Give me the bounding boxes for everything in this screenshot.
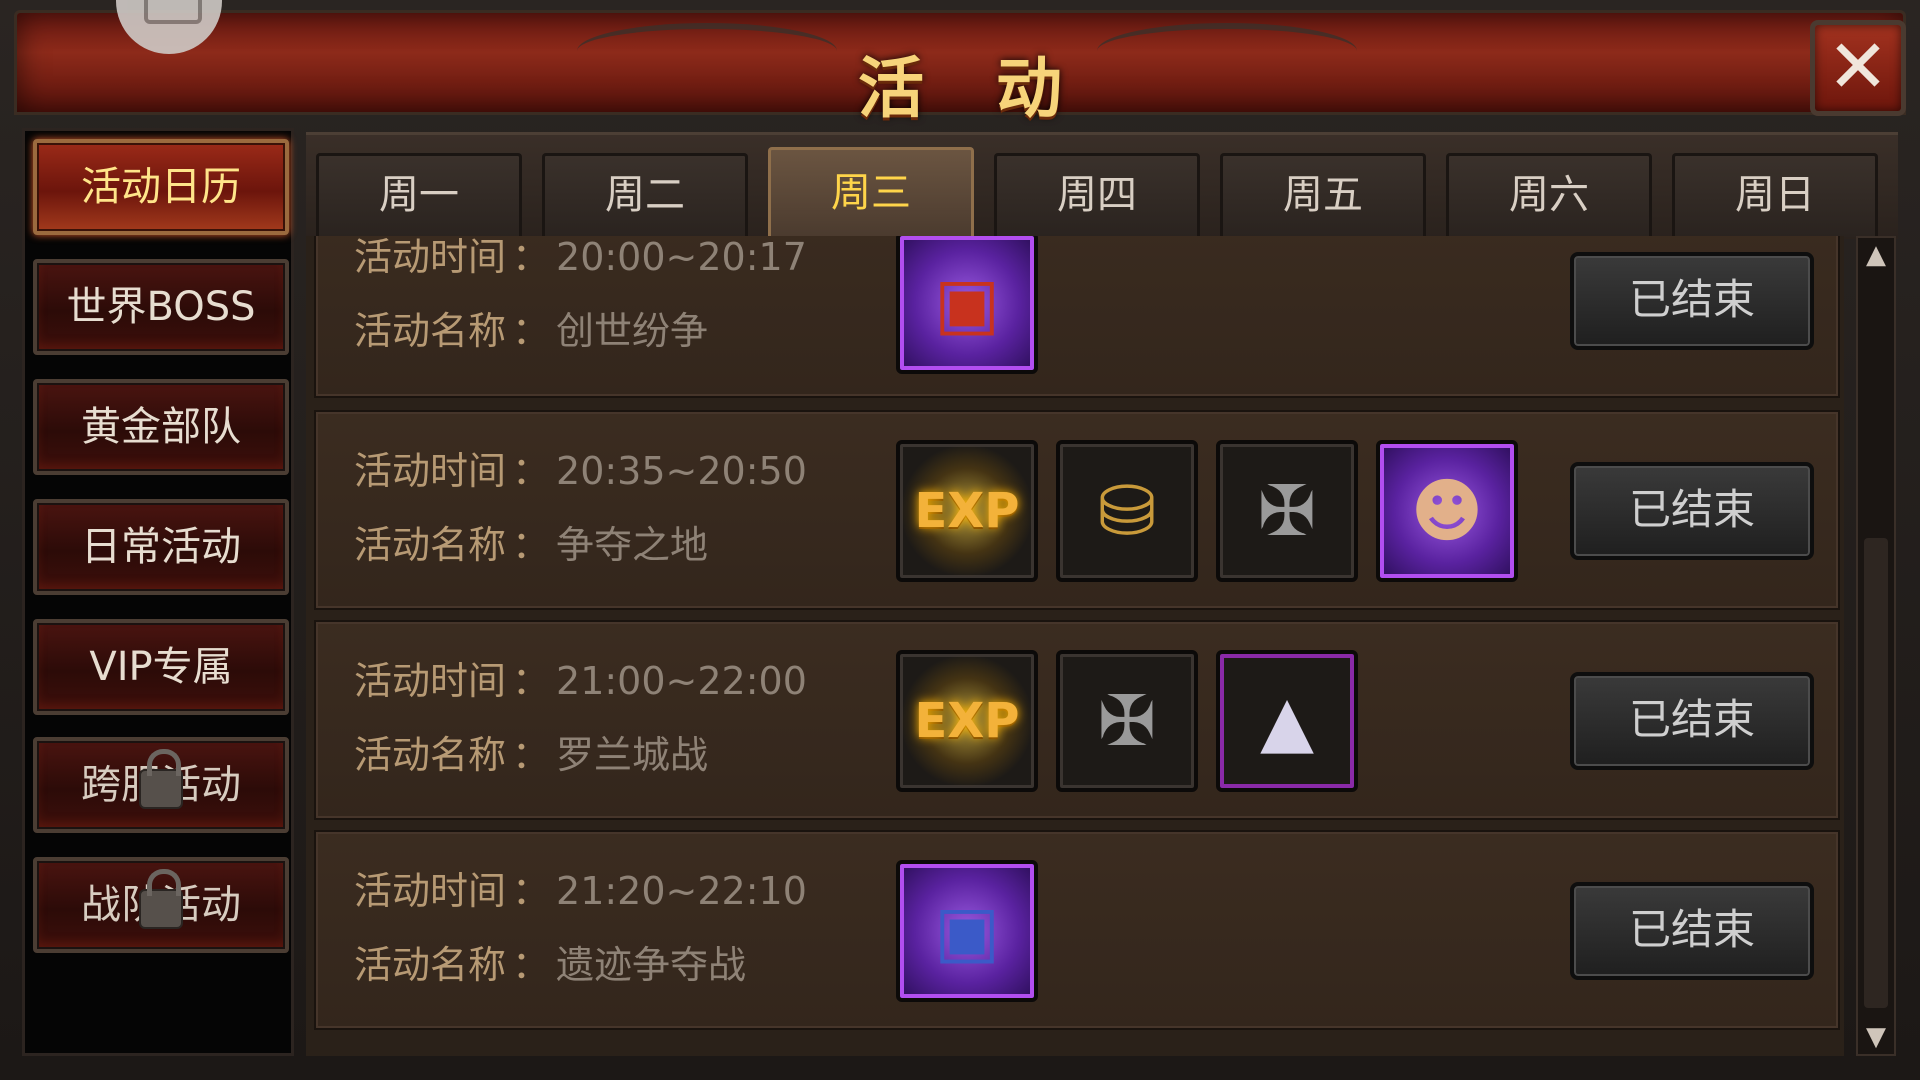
activity-name: 活动名称：争夺之地 [354, 514, 708, 569]
tab-friday[interactable]: 周五 [1220, 153, 1426, 237]
time-value: 21:00~22:00 [556, 659, 807, 703]
tab-thursday[interactable]: 周四 [994, 153, 1200, 237]
time-value: 20:35~20:50 [556, 449, 807, 493]
sidebar-item-label: 活动日历 [81, 164, 241, 210]
scroll-up-arrow-icon[interactable]: ▲ [1862, 242, 1890, 268]
sidebar-item-team-activities[interactable]: 战队活动 [33, 857, 289, 953]
activity-window: 活动 ✕ 活动日历 世界BOSS 黄金部队 日常活动 VIP专属 跨服活动 战队… [0, 0, 1920, 1080]
tab-label: 周一 [379, 172, 459, 218]
ended-button[interactable]: 已结束 [1570, 672, 1814, 770]
sidebar-item-activity-calendar[interactable]: 活动日历 [33, 139, 289, 235]
reward-slot[interactable]: EXP [896, 440, 1038, 582]
reward-slot[interactable]: ✠ [1216, 440, 1358, 582]
activity-time: 活动时间： 20:35~20:50 [354, 440, 807, 495]
colon: ： [512, 236, 551, 279]
activity-name: 活动名称：创世纷争 [354, 300, 708, 355]
time-label: 活动时间 [354, 869, 507, 913]
colon: ： [512, 523, 551, 567]
exp-icon: EXP [900, 444, 1034, 578]
ended-button[interactable]: 已结束 [1570, 252, 1814, 350]
reward-slot[interactable]: ▣ [896, 236, 1038, 374]
gold-coins-icon: ⛁ [1097, 470, 1157, 552]
name-label: 活动名称 [354, 309, 507, 353]
list-item: 活动时间： 21:00~22:00 活动名称：罗兰城战 EXP ✠ ▲ 已结束 [314, 620, 1840, 820]
activity-time: 活动时间： 21:00~22:00 [354, 650, 807, 705]
tab-tuesday[interactable]: 周二 [542, 153, 748, 237]
time-label: 活动时间 [354, 659, 507, 703]
silver-powder-icon: ▲ [1260, 680, 1314, 762]
reward-slot[interactable]: ▣ [896, 860, 1038, 1002]
name-value: 创世纷争 [556, 309, 709, 353]
close-button[interactable]: ✕ [1810, 20, 1906, 116]
activity-time: 活动时间： 20:00~20:17 [354, 236, 807, 281]
name-label: 活动名称 [354, 733, 507, 777]
tab-saturday[interactable]: 周六 [1446, 153, 1652, 237]
sidebar-item-label: 世界BOSS [66, 284, 256, 330]
tab-label: 周日 [1735, 172, 1815, 218]
scroll-thumb[interactable] [1864, 538, 1888, 1008]
tab-monday[interactable]: 周一 [316, 153, 522, 237]
activity-name: 活动名称：遗迹争夺战 [354, 934, 746, 989]
name-label: 活动名称 [354, 523, 507, 567]
sidebar-item-world-boss[interactable]: 世界BOSS [33, 259, 289, 355]
colon: ： [512, 309, 551, 353]
name-value: 争夺之地 [556, 523, 709, 567]
window-title: 活动 [858, 50, 1134, 127]
name-value: 罗兰城战 [556, 733, 709, 777]
day-tabs: 周一 周二 周三 周四 周五 周六 周日 [306, 132, 1898, 239]
ended-button[interactable]: 已结束 [1570, 462, 1814, 560]
sidebar-item-daily-activities[interactable]: 日常活动 [33, 499, 289, 595]
scrollbar[interactable]: ▲ ▼ [1856, 236, 1896, 1056]
sidebar-item-label: 黄金部队 [81, 404, 241, 450]
title-bar: 活动 [14, 10, 1906, 127]
activity-name: 活动名称：罗兰城战 [354, 724, 708, 779]
close-x-icon: ✕ [1826, 24, 1889, 110]
time-value: 20:00~20:17 [556, 236, 807, 279]
sidebar-item-label: 日常活动 [81, 524, 241, 570]
sidebar-item-golden-troop[interactable]: 黄金部队 [33, 379, 289, 475]
list-item: 活动时间： 20:00~20:17 活动名称：创世纷争 ▣ 已结束 [314, 236, 1840, 398]
reward-slot[interactable]: ⛁ [1056, 440, 1198, 582]
time-value: 21:20~22:10 [556, 869, 807, 913]
colon: ： [512, 943, 551, 987]
sidebar: 活动日历 世界BOSS 黄金部队 日常活动 VIP专属 跨服活动 战队活动 [22, 128, 294, 1056]
tab-label: 周三 [831, 170, 911, 216]
list-item: 活动时间： 20:35~20:50 活动名称：争夺之地 EXP ⛁ ✠ ☻ 已结束 [314, 410, 1840, 610]
scroll-down-arrow-icon[interactable]: ▼ [1862, 1024, 1890, 1050]
lock-icon [139, 869, 183, 929]
colon: ： [512, 659, 551, 703]
red-treasure-chest-icon: ▣ [933, 262, 1001, 344]
colon: ： [512, 869, 551, 913]
sidebar-item-label: VIP专属 [89, 644, 233, 690]
name-label: 活动名称 [354, 943, 507, 987]
tab-sunday[interactable]: 周日 [1672, 153, 1878, 237]
reward-slot[interactable]: ✠ [1056, 650, 1198, 792]
reward-slot[interactable]: ▲ [1216, 650, 1358, 792]
tab-label: 周二 [605, 172, 685, 218]
exp-icon: EXP [900, 654, 1034, 788]
demon-emblem-icon: ✠ [1097, 680, 1157, 762]
list-item: 活动时间： 21:20~22:10 活动名称：遗迹争夺战 ▣ 已结束 [314, 830, 1840, 1030]
sidebar-item-cross-server[interactable]: 跨服活动 [33, 737, 289, 833]
demon-emblem-icon: ✠ [1257, 470, 1317, 552]
reward-slot[interactable]: EXP [896, 650, 1038, 792]
time-label: 活动时间 [354, 449, 507, 493]
time-label: 活动时间 [354, 236, 507, 279]
ended-button[interactable]: 已结束 [1570, 882, 1814, 980]
name-value: 遗迹争夺战 [556, 943, 747, 987]
activity-list[interactable]: 活动时间： 20:00~20:17 活动名称：创世纷争 ▣ 已结束 活动时间： 20… [306, 236, 1844, 1056]
tab-label: 周五 [1283, 172, 1363, 218]
tab-label: 周六 [1509, 172, 1589, 218]
blue-treasure-chest-icon: ▣ [933, 890, 1001, 972]
colon: ： [512, 733, 551, 777]
lock-icon [139, 749, 183, 809]
colon: ： [512, 449, 551, 493]
hero-portrait-icon: ☻ [1410, 470, 1484, 552]
reward-slot[interactable]: ☻ [1376, 440, 1518, 582]
activity-time: 活动时间： 21:20~22:10 [354, 860, 807, 915]
tab-wednesday[interactable]: 周三 [768, 147, 974, 239]
tab-label: 周四 [1057, 172, 1137, 218]
sidebar-item-vip-exclusive[interactable]: VIP专属 [33, 619, 289, 715]
